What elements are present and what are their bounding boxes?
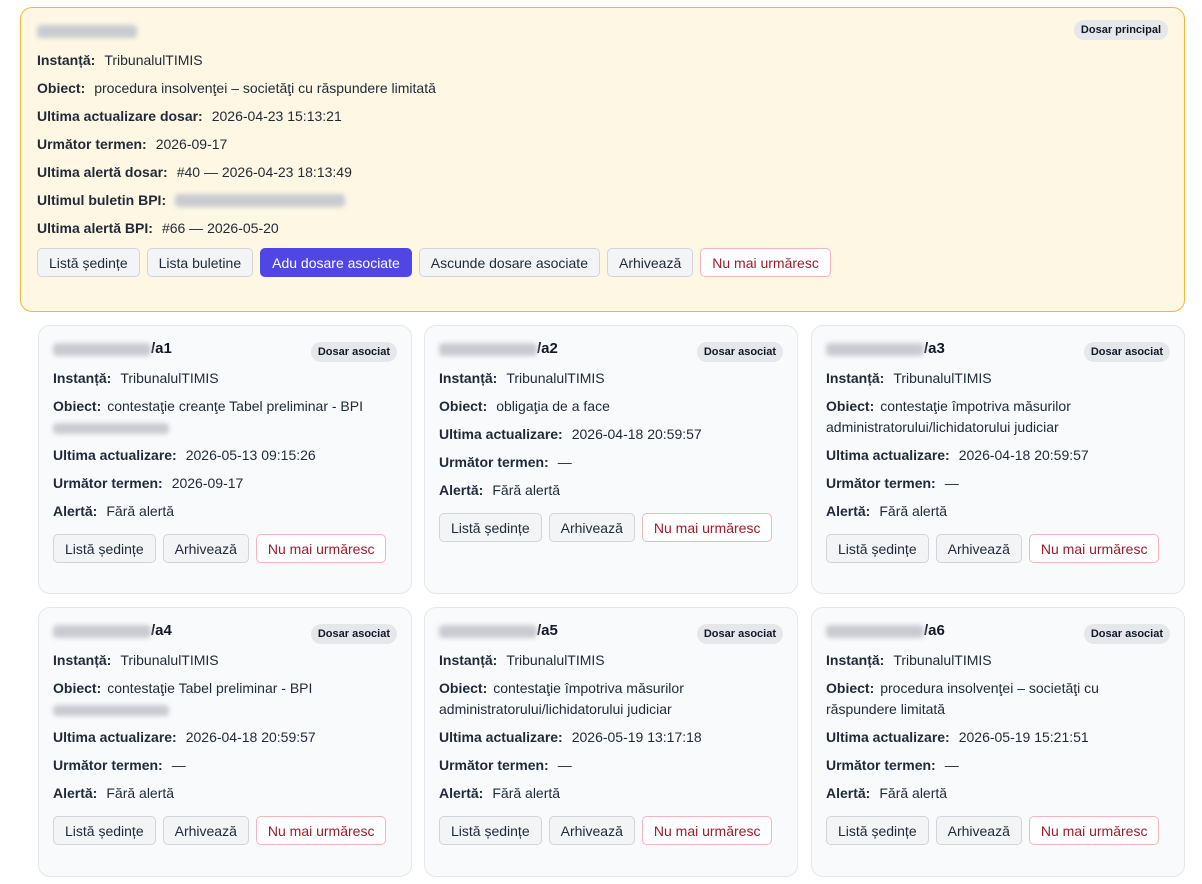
case-suffix: /a4 — [151, 622, 172, 639]
field-obiect: Obiect: procedura insolvenţei – societăţi… — [826, 680, 1099, 717]
field-alert: Alertă: Fără alertă — [439, 785, 561, 801]
field-instanta: Instanță: TribunalulTIMIS — [439, 370, 605, 386]
sessions-list-button[interactable]: Listă ședințe — [53, 534, 156, 563]
unfollow-button[interactable]: Nu mai urmăresc — [255, 534, 387, 563]
case-suffix: /a2 — [537, 340, 558, 357]
associated-badge: Dosar asociat — [696, 624, 783, 644]
associated-case-card: /a2 Dosar asociat Instanță: TribunalulTIM… — [424, 325, 798, 594]
unfollow-button[interactable]: Nu mai urmăresc — [641, 513, 773, 542]
associated-badge: Dosar asociat — [310, 342, 397, 362]
associated-badge: Dosar asociat — [696, 342, 783, 362]
bulletins-list-button[interactable]: Lista buletine — [146, 248, 254, 277]
field-last-update: Ultima actualizare: 2026-05-19 15:21:51 — [826, 729, 1089, 745]
sessions-list-button[interactable]: Listă ședințe — [826, 534, 929, 563]
sessions-list-button[interactable]: Listă ședințe — [53, 816, 156, 845]
field-next-hearing: Următor termen: — — [53, 757, 186, 773]
field-instanta: Instanță: TribunalulTIMIS — [37, 52, 203, 68]
field-obiect: Obiect: obligaţia de a face — [439, 398, 610, 414]
archive-button[interactable]: Arhivează — [162, 816, 249, 845]
obiect-redacted — [53, 704, 169, 716]
main-case-header: Dosar principal — [37, 20, 1168, 46]
field-instanta: Instanță: TribunalulTIMIS — [53, 652, 219, 668]
archive-button[interactable]: Arhivează — [606, 248, 694, 277]
archive-button[interactable]: Arhivează — [162, 534, 249, 563]
sessions-list-button[interactable]: Listă ședințe — [826, 816, 929, 845]
field-obiect: Obiect: contestaţie împotriva măsurilor a… — [439, 680, 684, 717]
field-last-bpi-alert: Ultima alertă BPI: #66 — 2026-05-20 — [37, 220, 279, 236]
hide-associated-button[interactable]: Ascunde dosare asociate — [418, 248, 600, 277]
associated-case-card: /a1 Dosar asociat Instanță: TribunalulTIM… — [38, 325, 412, 594]
field-last-alert: Ultima alertă dosar: #40 — 2026-04-23 18… — [37, 164, 352, 180]
field-alert: Alertă: Fără alertă — [439, 482, 561, 498]
associated-case-card: /a6 Dosar asociat Instanță: TribunalulTIM… — [811, 607, 1185, 877]
archive-button[interactable]: Arhivează — [935, 816, 1022, 845]
case-number-redacted — [826, 342, 924, 356]
field-alert: Alertă: Fără alertă — [53, 503, 175, 519]
field-last-update: Ultima actualizare: 2026-04-18 20:59:57 — [53, 729, 316, 745]
field-next-hearing: Următor termen: 2026-09-17 — [37, 136, 228, 152]
field-last-update: Ultima actualizare: 2026-05-19 13:17:18 — [439, 729, 702, 745]
unfollow-button[interactable]: Nu mai urmăresc — [255, 816, 387, 845]
obiect-redacted — [53, 422, 169, 434]
field-alert: Alertă: Fără alertă — [826, 785, 948, 801]
main-case-badge: Dosar principal — [1073, 20, 1168, 40]
archive-button[interactable]: Arhivează — [548, 816, 635, 845]
unfollow-button[interactable]: Nu mai urmăresc — [1028, 534, 1160, 563]
field-instanta: Instanță: TribunalulTIMIS — [826, 370, 992, 386]
field-next-hearing: Următor termen: — — [826, 757, 959, 773]
field-alert: Alertă: Fără alertă — [53, 785, 175, 801]
field-last-update: Ultima actualizare: 2026-04-18 20:59:57 — [439, 426, 702, 442]
case-number-redacted — [37, 24, 137, 38]
archive-button[interactable]: Arhivează — [935, 534, 1022, 563]
sessions-list-button[interactable]: Listă ședințe — [37, 248, 140, 277]
associated-case-card: /a5 Dosar asociat Instanță: TribunalulTIM… — [424, 607, 798, 877]
associated-badge: Dosar asociat — [310, 624, 397, 644]
field-obiect: Obiect: procedura insolvenţei – societăţ… — [37, 80, 436, 96]
case-number-redacted — [826, 624, 924, 638]
field-last-update: Ultima actualizare: 2026-05-13 09:15:26 — [53, 447, 316, 463]
field-next-hearing: Următor termen: — — [826, 475, 959, 491]
field-obiect: Obiect: contestaţie creanţe Tabel prelimi… — [53, 392, 397, 441]
fetch-associated-button[interactable]: Adu dosare asociate — [260, 248, 412, 277]
case-suffix: /a1 — [151, 340, 172, 357]
field-next-hearing: Următor termen: — — [439, 454, 572, 470]
main-actions: Listă ședințe Lista buletine Adu dosare … — [37, 248, 1168, 277]
case-suffix: /a6 — [924, 622, 945, 639]
bpi-value-redacted — [175, 193, 346, 207]
archive-button[interactable]: Arhivează — [548, 513, 635, 542]
unfollow-button[interactable]: Nu mai urmăresc — [641, 816, 773, 845]
field-last-update: Ultima actualizare: 2026-04-18 20:59:57 — [826, 447, 1089, 463]
field-instanta: Instanță: TribunalulTIMIS — [53, 370, 219, 386]
field-next-hearing: Următor termen: 2026-09-17 — [53, 475, 244, 491]
field-next-hearing: Următor termen: — — [439, 757, 572, 773]
case-number-redacted — [53, 342, 151, 356]
associated-badge: Dosar asociat — [1083, 342, 1170, 362]
sessions-list-button[interactable]: Listă ședințe — [439, 816, 542, 845]
field-last-update: Ultima actualizare dosar: 2026-04-23 15:… — [37, 108, 342, 124]
field-alert: Alertă: Fără alertă — [826, 503, 948, 519]
associated-case-card: /a4 Dosar asociat Instanță: TribunalulTIM… — [38, 607, 412, 877]
case-suffix: /a3 — [924, 340, 945, 357]
associated-badge: Dosar asociat — [1083, 624, 1170, 644]
case-number-redacted — [439, 624, 537, 638]
case-number-redacted — [439, 342, 537, 356]
case-number-redacted — [53, 624, 151, 638]
case-suffix: /a5 — [537, 622, 558, 639]
sessions-list-button[interactable]: Listă ședințe — [439, 513, 542, 542]
field-last-bpi: Ultimul buletin BPI: — [37, 186, 1168, 214]
main-case-card: Dosar principal Instanță: TribunalulTIMI… — [20, 7, 1185, 312]
field-obiect: Obiect: contestaţie împotriva măsurilor a… — [826, 398, 1071, 435]
field-instanta: Instanță: TribunalulTIMIS — [439, 652, 605, 668]
unfollow-button[interactable]: Nu mai urmăresc — [700, 248, 831, 277]
unfollow-button[interactable]: Nu mai urmăresc — [1028, 816, 1160, 845]
field-obiect: Obiect: contestaţie Tabel preliminar - BP… — [53, 674, 397, 723]
field-instanta: Instanță: TribunalulTIMIS — [826, 652, 992, 668]
associated-case-card: /a3 Dosar asociat Instanță: TribunalulTIM… — [811, 325, 1185, 594]
